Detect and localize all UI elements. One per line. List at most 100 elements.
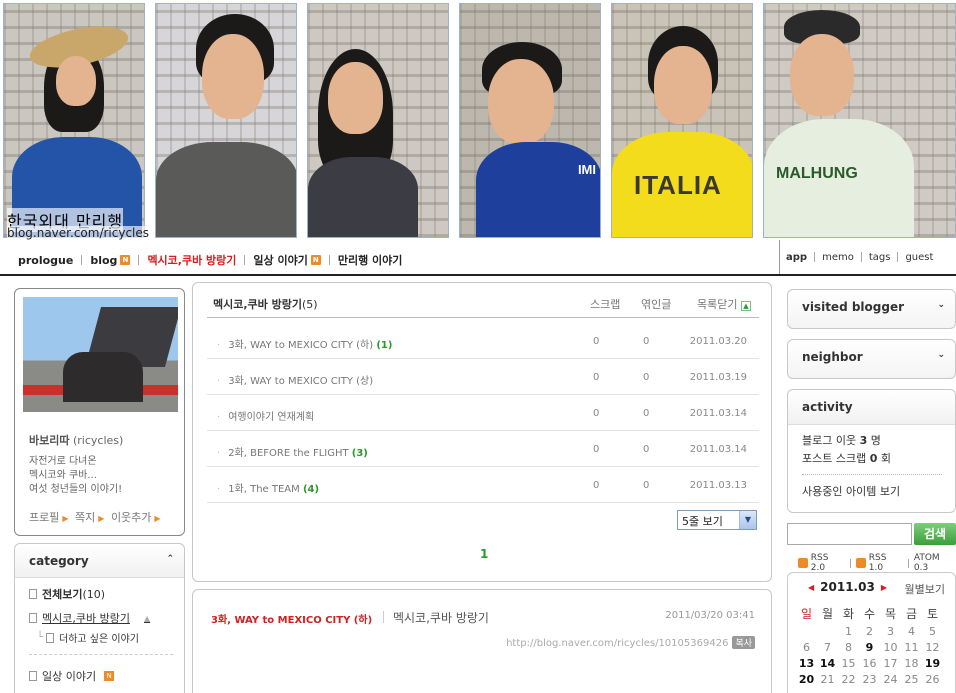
collapse-icon: ▲ bbox=[740, 301, 751, 311]
comment-count[interactable]: (3) bbox=[352, 448, 368, 459]
calendar-day[interactable]: 15 bbox=[838, 657, 859, 670]
table-row[interactable]: · 3화, WAY to MEXICO CITY (상) 0 0 2011.03.19 bbox=[207, 359, 759, 395]
category-title: category bbox=[29, 554, 89, 568]
calendar-day bbox=[817, 625, 838, 638]
activity-value: 3 bbox=[859, 434, 868, 447]
nav-manrihaeng[interactable]: 만리행 이야기 bbox=[338, 252, 403, 268]
calendar-day[interactable]: 21 bbox=[817, 673, 838, 686]
calendar-day[interactable]: 19 bbox=[922, 657, 943, 670]
calendar-monthly-view[interactable]: 월별보기 bbox=[905, 581, 945, 597]
calendar-day[interactable]: 24 bbox=[880, 673, 901, 686]
calendar-day[interactable]: 5 bbox=[922, 625, 943, 638]
profile-intro-line: 자전거로 다녀온 bbox=[29, 456, 97, 467]
visited-blogger-box[interactable]: visited blogger ⌄ bbox=[787, 289, 956, 329]
table-row[interactable]: · 3화, WAY to MEXICO CITY (하) (1) 0 0 2011.03… bbox=[207, 323, 759, 359]
blog-url[interactable]: blog.naver.com/ricycles bbox=[7, 226, 150, 240]
profile-link[interactable]: 프로필 bbox=[29, 511, 59, 524]
calendar-day[interactable]: 8 bbox=[838, 641, 859, 654]
activity-scraps[interactable]: 포스트 스크랩 0 회 bbox=[802, 450, 891, 466]
search-button[interactable]: 검색 bbox=[914, 523, 956, 545]
nav-app[interactable]: app bbox=[786, 252, 807, 263]
divider bbox=[29, 654, 173, 655]
category-item-label: 멕시코,쿠바 방랑기 bbox=[42, 612, 130, 625]
nav-mexico-cuba[interactable]: 멕시코,쿠바 방랑기 bbox=[147, 252, 236, 268]
nav-tags[interactable]: tags bbox=[869, 252, 891, 263]
post-link[interactable]: 3화, WAY to MEXICO CITY (상) bbox=[228, 376, 373, 387]
calendar-day[interactable]: 23 bbox=[859, 673, 880, 686]
category-header[interactable]: category ⌃ bbox=[15, 544, 184, 578]
activity-value: 0 bbox=[869, 452, 878, 465]
table-row[interactable]: · 여행이야기 연재계획 0 0 2011.03.14 bbox=[207, 395, 759, 431]
calendar-day[interactable]: 26 bbox=[922, 673, 943, 686]
calendar-day[interactable]: 18 bbox=[901, 657, 922, 670]
comment-count[interactable]: (4) bbox=[303, 484, 319, 495]
calendar-day[interactable]: 25 bbox=[901, 673, 922, 686]
category-item-more[interactable]: └ 더하고 싶은 이야기 bbox=[37, 630, 139, 645]
post-category[interactable]: 멕시코,쿠바 방랑기 bbox=[393, 609, 489, 626]
category-item-all[interactable]: 전체보기 (10) bbox=[29, 586, 105, 602]
rss-2-link[interactable]: RSS 2.0 bbox=[811, 553, 845, 573]
message-link[interactable]: 쪽지 bbox=[75, 511, 95, 524]
calendar-grid: 일 월 화 수 목 금 토 1 2 3 4 5 6 7 8 9 10 11 12 13 14 15 16 17 18 19 20 21… bbox=[796, 605, 952, 686]
nav-blog[interactable]: blog N bbox=[90, 254, 131, 267]
category-item-mexico[interactable]: 멕시코,쿠바 방랑기 ▲ bbox=[29, 610, 150, 626]
profile-photo[interactable] bbox=[23, 297, 178, 412]
col-scrap-header: 스크랩 bbox=[590, 298, 621, 311]
category-item-label: 더하고 싶은 이야기 bbox=[59, 634, 139, 645]
calendar-day[interactable]: 13 bbox=[796, 657, 817, 670]
nav-prologue[interactable]: prologue bbox=[18, 254, 73, 267]
calendar-day[interactable]: 3 bbox=[880, 625, 901, 638]
post-date: 2011.03.19 bbox=[689, 372, 747, 383]
nav-memo[interactable]: memo bbox=[822, 252, 854, 263]
activity-neighbors[interactable]: 블로그 이웃 3 명 bbox=[802, 432, 881, 448]
search-input[interactable] bbox=[787, 523, 912, 545]
per-page-select[interactable]: 5줄 보기 ▼ bbox=[677, 510, 757, 530]
nav-guest[interactable]: guest bbox=[905, 252, 933, 263]
calendar-day[interactable]: 12 bbox=[922, 641, 943, 654]
calendar-day[interactable]: 4 bbox=[901, 625, 922, 638]
post-list-count: (5) bbox=[301, 298, 318, 311]
post-link[interactable]: 2화, BEFORE the FLIGHT bbox=[228, 448, 348, 459]
atom-link[interactable]: ATOM 0.3 bbox=[914, 553, 956, 573]
shirt-text-malhung: MALHUNG bbox=[776, 165, 858, 182]
calendar-day[interactable]: 1 bbox=[838, 625, 859, 638]
calendar-day[interactable]: 22 bbox=[838, 673, 859, 686]
next-month-icon[interactable]: ▶ bbox=[881, 583, 887, 592]
per-page-value: 5줄 보기 bbox=[682, 515, 723, 528]
post-title[interactable]: 3화, WAY to MEXICO CITY (하) bbox=[211, 611, 372, 626]
activity-items-link[interactable]: 사용중인 아이템 보기 bbox=[802, 483, 900, 499]
calendar-day[interactable]: 6 bbox=[796, 641, 817, 654]
calendar-day[interactable]: 11 bbox=[901, 641, 922, 654]
calendar-day[interactable]: 7 bbox=[817, 641, 838, 654]
calendar-day[interactable]: 9 bbox=[859, 641, 880, 654]
nav-daily[interactable]: 일상 이야기 N bbox=[253, 252, 321, 268]
comment-count[interactable]: (1) bbox=[376, 340, 392, 351]
post-url-link[interactable]: http://blog.naver.com/ricycles/101053694… bbox=[506, 638, 728, 649]
arrow-right-icon: ▶ bbox=[154, 514, 161, 523]
table-row[interactable]: · 2화, BEFORE the FLIGHT (3) 0 0 2011.03.14 bbox=[207, 431, 759, 467]
rss-1-link[interactable]: RSS 1.0 bbox=[869, 553, 903, 573]
copy-button[interactable]: 복사 bbox=[732, 636, 755, 649]
calendar-day[interactable]: 14 bbox=[817, 657, 838, 670]
calendar-day[interactable]: 10 bbox=[880, 641, 901, 654]
list-close-button[interactable]: 목록닫기 ▲ bbox=[697, 296, 751, 312]
divider bbox=[383, 611, 384, 623]
calendar-dow: 일 bbox=[800, 607, 813, 621]
table-row[interactable]: · 1화, The TEAM (4) 0 0 2011.03.13 bbox=[207, 467, 759, 503]
nav-divider bbox=[244, 255, 246, 265]
calendar-day[interactable]: 16 bbox=[859, 657, 880, 670]
post-link[interactable]: 1화, The TEAM bbox=[228, 484, 300, 495]
page-number[interactable]: 1 bbox=[480, 547, 488, 561]
post-link[interactable]: 3화, WAY to MEXICO CITY (하) bbox=[228, 340, 373, 351]
neighbor-box[interactable]: neighbor ⌄ bbox=[787, 339, 956, 379]
category-item-daily[interactable]: 일상 이야기 N bbox=[29, 668, 115, 684]
top-nav: prologue blog N 멕시코,쿠바 방랑기 일상 이야기 N 만리행 이야… bbox=[0, 240, 956, 276]
add-neighbor-link[interactable]: 이웃추가 bbox=[111, 511, 151, 524]
rss-icon bbox=[798, 558, 808, 568]
post-link[interactable]: 여행이야기 연재계획 bbox=[228, 412, 314, 423]
prev-month-icon[interactable]: ◀ bbox=[808, 583, 814, 592]
calendar-day[interactable]: 2 bbox=[859, 625, 880, 638]
calendar-day[interactable]: 20 bbox=[796, 673, 817, 686]
calendar-day[interactable]: 17 bbox=[880, 657, 901, 670]
activity-unit: 명 bbox=[870, 434, 881, 447]
